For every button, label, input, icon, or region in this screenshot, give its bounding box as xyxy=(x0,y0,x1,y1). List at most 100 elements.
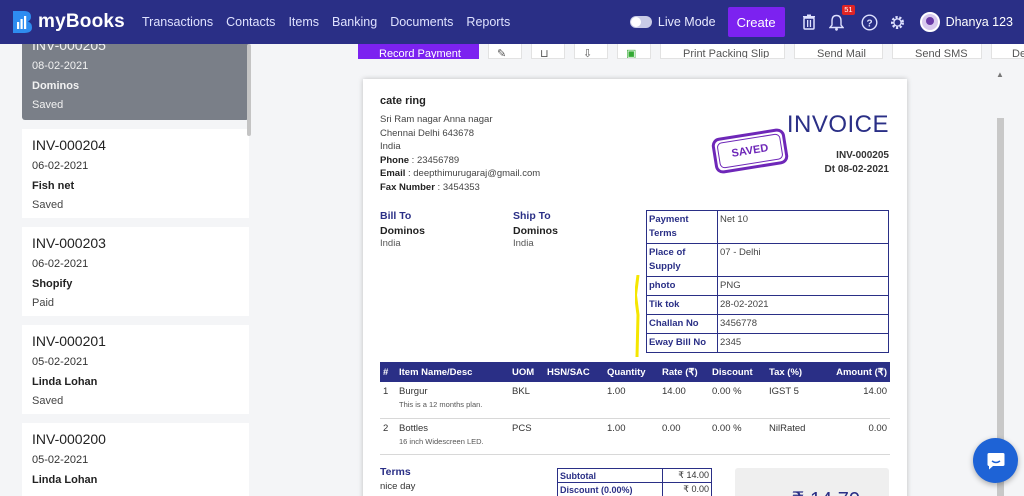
invoice-number: INV-000200 xyxy=(32,431,106,447)
item-rate: 0.00 xyxy=(659,418,709,455)
invoice-list: INV-000205 08-02-2021 Dominos Saved INV-… xyxy=(22,44,249,496)
invoice-document: cate ring Sri Ram nagar Anna nagar Chenn… xyxy=(363,79,907,496)
record-payment-label: Record Payment xyxy=(379,48,461,59)
download-button[interactable]: ⇩ xyxy=(574,44,608,59)
stamp-text: SAVED xyxy=(730,142,770,160)
send-sms-button[interactable]: Send SMS xyxy=(892,44,982,59)
item-desc: This is a 12 months plan. xyxy=(399,400,483,409)
invoice-date: 06-02-2021 xyxy=(32,160,89,172)
invoice-list-item[interactable]: INV-000203 06-02-2021 Shopify Paid xyxy=(22,227,249,316)
col-hsn: HSN/SAC xyxy=(544,362,604,382)
totals-row: Discount (0.00%) ₹ 0.00 xyxy=(556,482,712,496)
invoice-list-item-selected[interactable]: INV-000205 08-02-2021 Dominos Saved xyxy=(22,44,249,120)
meta-row: Eway Bill No 2345 xyxy=(646,333,889,353)
list-scrollbar[interactable] xyxy=(247,44,251,136)
invoice-title: INVOICE xyxy=(786,111,889,138)
delete-button[interactable]: Delete xyxy=(991,44,1024,59)
notification-badge: 51 xyxy=(842,5,855,15)
record-payment-button[interactable]: Record Payment xyxy=(358,44,479,59)
nav-banking[interactable]: Banking xyxy=(332,15,377,29)
meta-key: photo xyxy=(646,276,718,296)
invoice-date: 05-02-2021 xyxy=(32,454,89,466)
copy-button[interactable]: ▣ xyxy=(617,44,651,59)
highlight-mark xyxy=(635,275,640,357)
company-email: Email : deepthimurugaraj@gmail.com xyxy=(380,167,540,181)
send-mail-button[interactable]: Send Mail xyxy=(794,44,883,59)
invoice-number-block: INV-000205 Dt 08-02-2021 xyxy=(825,149,889,177)
meta-row: photo PNG xyxy=(646,276,889,296)
nav-items[interactable]: Items xyxy=(288,15,319,29)
invoice-status: Saved xyxy=(32,99,64,111)
delete-label: Delete xyxy=(1012,48,1024,59)
meta-value: 07 - Delhi xyxy=(717,243,889,277)
create-button[interactable]: Create xyxy=(727,7,785,37)
scroll-up-icon[interactable]: ▲ xyxy=(996,70,1004,79)
trash-icon[interactable] xyxy=(800,13,818,31)
edit-button[interactable]: ✎ xyxy=(488,44,522,59)
meta-key: Eway Bill No xyxy=(646,333,718,353)
totals-table: Subtotal ₹ 14.00 Discount (0.00%) ₹ 0.00 xyxy=(556,468,712,496)
company-fax: Fax Number : 3454353 xyxy=(380,181,540,195)
company-details: cate ring Sri Ram nagar Anna nagar Chenn… xyxy=(380,95,540,194)
phone-value: : 23456789 xyxy=(411,154,460,166)
invoice-date: 05-02-2021 xyxy=(32,356,89,368)
invoice-customer: Dominos xyxy=(32,80,80,92)
top-navbar: myBooks Transactions Contacts Items Bank… xyxy=(0,0,1024,44)
totals-row: Subtotal ₹ 14.00 xyxy=(556,468,712,483)
chat-button[interactable] xyxy=(973,438,1018,483)
col-tax: Tax (%) xyxy=(766,362,828,382)
print-packing-slip-button[interactable]: Print Packing Slip xyxy=(660,44,785,59)
nav-contacts[interactable]: Contacts xyxy=(226,15,275,29)
col-item: Item Name/Desc xyxy=(396,362,509,382)
main-nav: Transactions Contacts Items Banking Docu… xyxy=(142,15,523,29)
live-mode-toggle[interactable] xyxy=(629,16,652,28)
nav-reports[interactable]: Reports xyxy=(466,15,510,29)
cart-button[interactable]: ⊔ xyxy=(531,44,565,59)
item-uom: BKL xyxy=(509,382,544,419)
invoice-toolbar: Record Payment ✎ ⊔ ⇩ ▣ Print Packing Sli… xyxy=(358,44,1024,59)
item-discount: 0.00 % xyxy=(709,418,766,455)
bill-to-name: Dominos xyxy=(380,225,425,237)
saved-stamp: SAVED xyxy=(710,127,790,175)
chat-icon xyxy=(987,452,1004,469)
copy-icon: ▣ xyxy=(626,48,637,59)
company-address-2: Chennai Delhi 643678 xyxy=(380,127,475,139)
item-discount: 0.00 % xyxy=(709,382,766,419)
bell-icon[interactable]: 51 xyxy=(828,5,855,31)
meta-value: PNG xyxy=(717,276,889,296)
invoice-customer: Shopify xyxy=(32,278,73,290)
meta-row: Place of Supply 07 - Delhi xyxy=(646,243,889,277)
avatar[interactable] xyxy=(919,12,940,32)
invoice-meta-table: Payment Terms Net 10 Place of Supply 07 - … xyxy=(646,210,889,353)
user-name[interactable]: Dhanya 123 xyxy=(946,15,1013,29)
fax-label: Fax Number xyxy=(380,181,435,193)
table-row: 1 Burgur This is a 12 months plan. BKL 1.… xyxy=(380,382,890,419)
invoice-list-item[interactable]: INV-000204 06-02-2021 Fish net Saved xyxy=(22,129,249,218)
invoice-status: Paid xyxy=(32,297,55,309)
item-cell: Burgur This is a 12 months plan. xyxy=(396,382,509,419)
meta-value: 28-02-2021 xyxy=(717,295,889,315)
meta-key: Place of Supply xyxy=(646,243,718,277)
fax-value: : 3454353 xyxy=(437,181,480,193)
help-icon[interactable]: ? xyxy=(861,13,879,31)
meta-row: Payment Terms Net 10 xyxy=(646,210,889,244)
table-row: 2 Bottles 16 inch Widescreen LED. PCS 1.0… xyxy=(380,418,890,455)
totals-value: ₹ 0.00 xyxy=(662,482,712,496)
item-qty: 1.00 xyxy=(604,382,659,419)
meta-key: Payment Terms xyxy=(646,210,718,244)
col-amount: Amount (₹) xyxy=(828,362,890,382)
logo-icon xyxy=(10,9,34,35)
nav-documents[interactable]: Documents xyxy=(390,15,453,29)
pencil-icon: ✎ xyxy=(497,48,507,59)
invoice-customer: Fish net xyxy=(32,180,75,192)
download-icon: ⇩ xyxy=(583,48,593,59)
invoice-list-item[interactable]: INV-000201 05-02-2021 Linda Lohan Saved xyxy=(22,325,249,414)
invoice-status: Saved xyxy=(32,199,64,211)
company-country: India xyxy=(380,141,401,152)
gear-icon[interactable] xyxy=(889,13,907,31)
item-tax: NilRated xyxy=(766,418,828,455)
invoice-list-item[interactable]: INV-000200 05-02-2021 Linda Lohan xyxy=(22,423,249,496)
nav-transactions[interactable]: Transactions xyxy=(142,15,213,29)
app-logo[interactable]: myBooks xyxy=(10,9,132,35)
invoice-status: Saved xyxy=(32,395,64,407)
